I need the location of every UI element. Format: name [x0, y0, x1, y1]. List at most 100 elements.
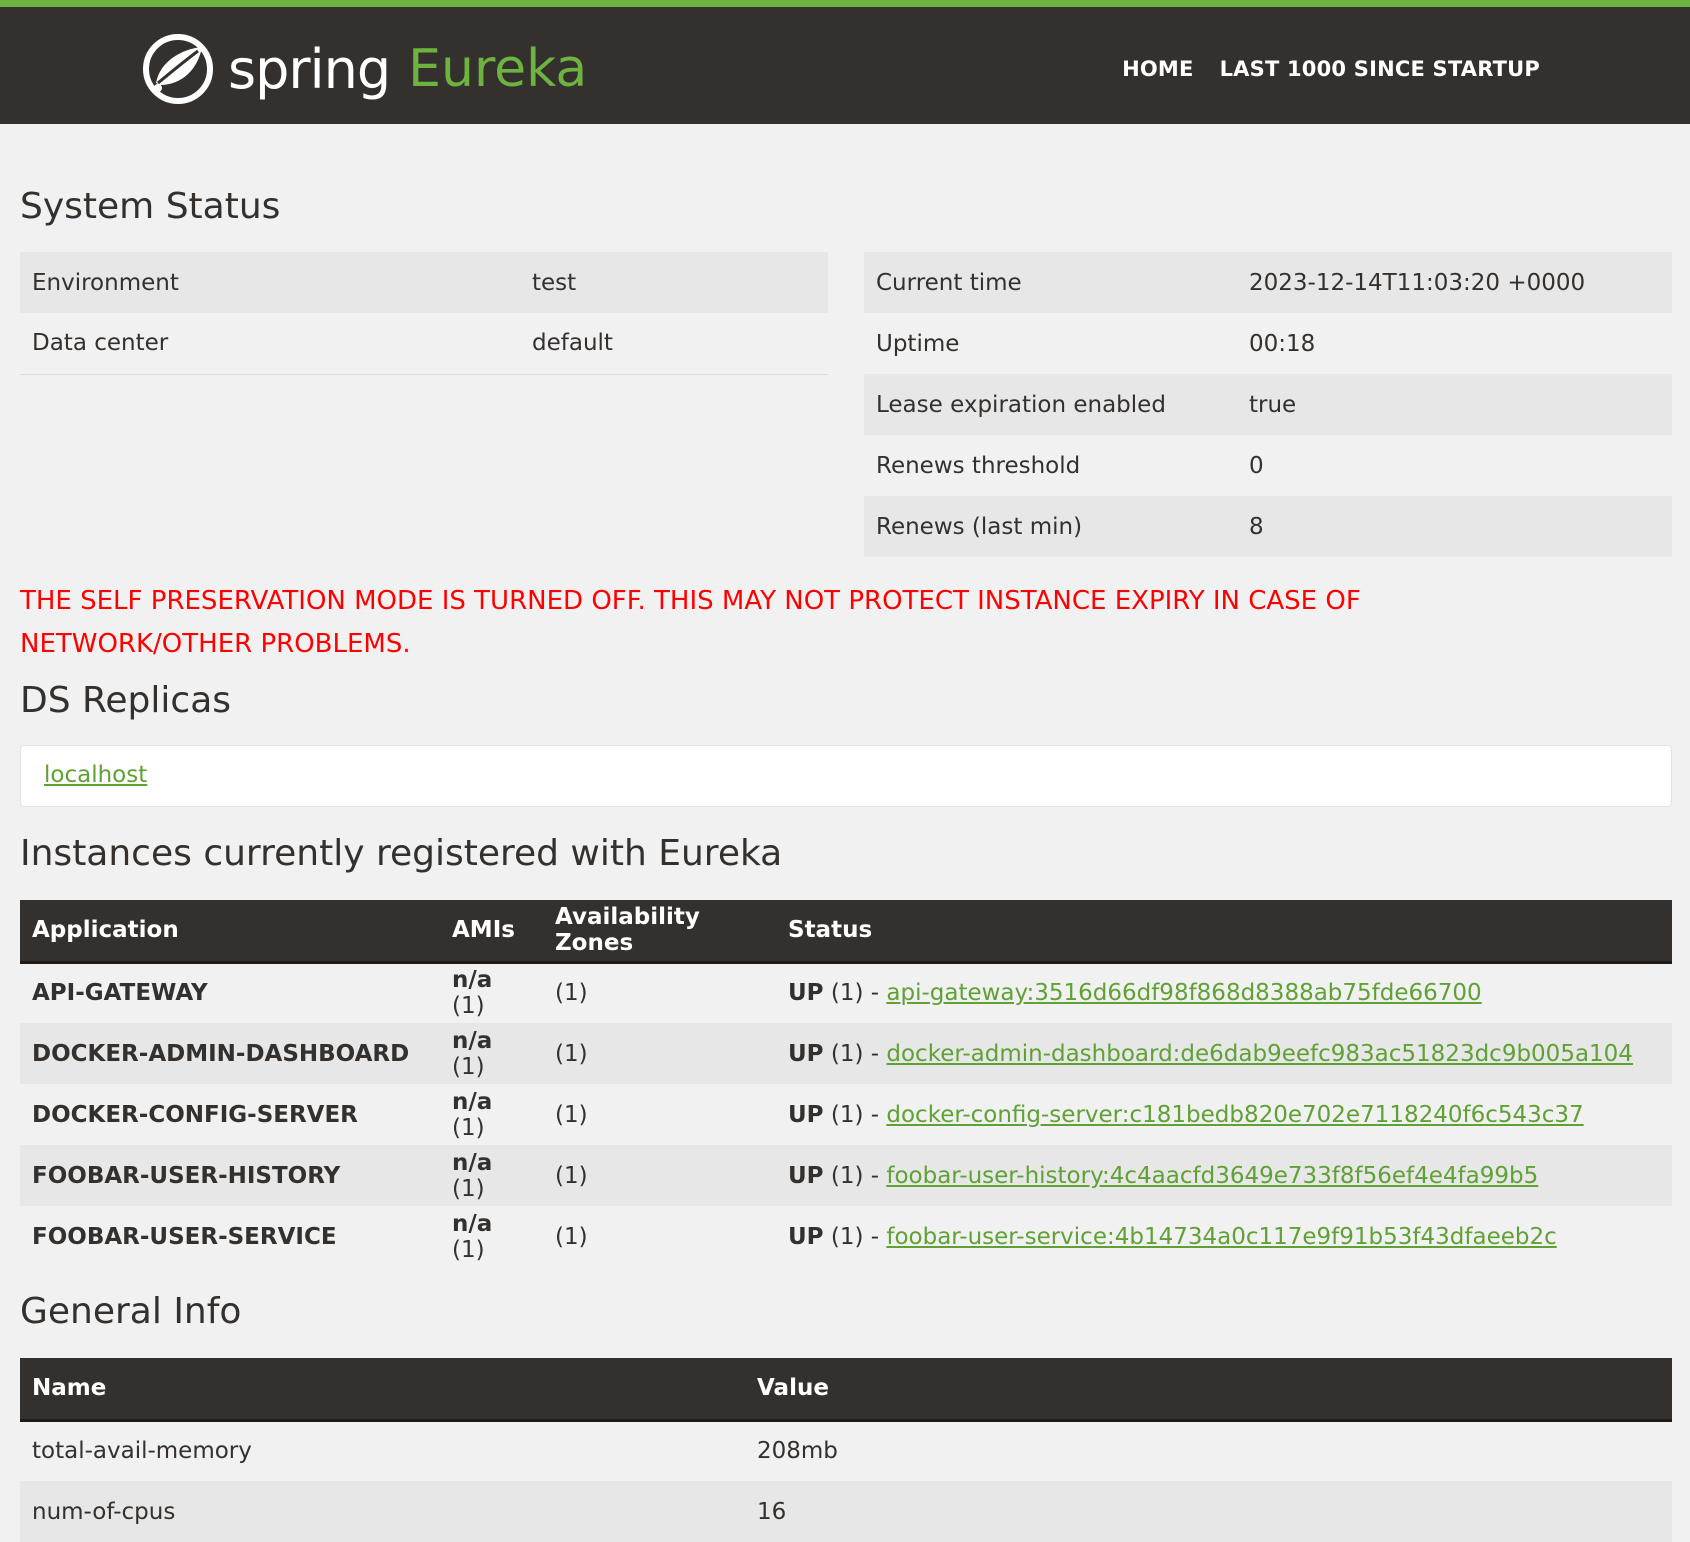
status-cell: UP (1) - foobar-user-service:4b14734a0c1… — [776, 1206, 1672, 1267]
table-row: Renews (last min) 8 — [864, 496, 1672, 557]
column-header-name: Name — [20, 1358, 745, 1422]
amis-count: (1) — [452, 993, 485, 1020]
status-count: (1) - — [830, 1040, 880, 1067]
status-cell: UP (1) - api-gateway:3516d66df98f868d838… — [776, 962, 1672, 1023]
column-header-application: Application — [20, 900, 440, 964]
status-label: Environment — [32, 269, 179, 296]
amis-value: n/a — [452, 1149, 493, 1176]
table-row: DOCKER-ADMIN-DASHBOARD n/a (1) (1) UP (1… — [20, 1023, 1672, 1084]
zones-cell: (1) — [555, 1101, 588, 1128]
zones-cell: (1) — [555, 1162, 588, 1189]
nav-home-link[interactable]: HOME — [1122, 57, 1193, 81]
amis-count: (1) — [452, 1053, 485, 1080]
table-header-row: Name Value — [20, 1358, 1672, 1422]
status-value: 0 — [1249, 452, 1264, 479]
amis-count: (1) — [452, 1236, 485, 1263]
status-value: 2023-12-14T11:03:20 +0000 — [1249, 269, 1586, 296]
amis-value: n/a — [452, 1027, 493, 1054]
table-header-row: Application AMIs Availability Zones Stat… — [20, 900, 1672, 964]
status-value: test — [532, 269, 577, 296]
status-label: Renews (last min) — [876, 513, 1083, 540]
application-name: DOCKER-CONFIG-SERVER — [32, 1101, 358, 1128]
amis-value: n/a — [452, 967, 493, 994]
application-name: API-GATEWAY — [32, 980, 208, 1007]
status-up: UP — [788, 980, 824, 1007]
system-status-title: System Status — [20, 186, 281, 227]
table-row: num-of-cpus 16 — [20, 1481, 1672, 1542]
status-label: Uptime — [876, 330, 960, 357]
table-row: Uptime 00:18 — [864, 313, 1672, 374]
info-name: total-avail-memory — [32, 1438, 252, 1465]
instance-link[interactable]: foobar-user-service:4b14734a0c117e9f91b5… — [886, 1224, 1556, 1250]
application-name: DOCKER-ADMIN-DASHBOARD — [32, 1040, 410, 1067]
warning-line-2: NETWORK/OTHER PROBLEMS. — [20, 629, 411, 659]
status-label: Lease expiration enabled — [876, 391, 1166, 418]
system-status-right-table: Current time 2023-12-14T11:03:20 +0000 U… — [864, 252, 1672, 557]
table-row: Environment test — [20, 252, 828, 313]
instances-table: Application AMIs Availability Zones Stat… — [20, 900, 1672, 1267]
warning-line-1: THE SELF PRESERVATION MODE IS TURNED OFF… — [20, 586, 1361, 616]
status-label: Renews threshold — [876, 452, 1081, 479]
status-label: Data center — [32, 330, 169, 357]
table-row: DOCKER-CONFIG-SERVER n/a (1) (1) UP (1) … — [20, 1084, 1672, 1145]
status-cell: UP (1) - foobar-user-history:4c4aacfd364… — [776, 1145, 1672, 1206]
amis-count: (1) — [452, 1114, 485, 1141]
table-row: API-GATEWAY n/a (1) (1) UP (1) - api-gat… — [20, 962, 1672, 1023]
table-row: Data center default — [20, 313, 828, 374]
column-header-amis: AMIs — [440, 900, 543, 964]
info-name: num-of-cpus — [32, 1498, 176, 1525]
amis-value: n/a — [452, 1088, 493, 1115]
status-value: true — [1249, 391, 1297, 418]
info-value: 16 — [757, 1498, 787, 1525]
replica-localhost-link[interactable]: localhost — [44, 762, 147, 788]
column-header-zones: Availability Zones — [543, 900, 776, 964]
brand-logo-link[interactable]: spring Eureka — [142, 31, 587, 107]
table-row: Current time 2023-12-14T11:03:20 +0000 — [864, 252, 1672, 313]
brand-spring-text: spring — [228, 37, 391, 101]
general-info-title: General Info — [20, 1291, 242, 1332]
brand-eureka-text: Eureka — [408, 39, 588, 99]
status-count: (1) - — [830, 1223, 880, 1250]
status-count: (1) - — [830, 1101, 880, 1128]
system-status-left-table: Environment test Data center default — [20, 252, 828, 375]
zones-cell: (1) — [555, 1223, 588, 1250]
instances-title: Instances currently registered with Eure… — [20, 833, 783, 874]
status-value: default — [532, 330, 613, 357]
application-name: FOOBAR-USER-HISTORY — [32, 1162, 341, 1189]
instance-link[interactable]: api-gateway:3516d66df98f868d8388ab75fde6… — [886, 980, 1481, 1006]
info-value: 208mb — [757, 1438, 838, 1465]
zones-cell: (1) — [555, 1040, 588, 1067]
amis-count: (1) — [452, 1175, 485, 1202]
table-row: FOOBAR-USER-HISTORY n/a (1) (1) UP (1) -… — [20, 1145, 1672, 1206]
instance-link[interactable]: foobar-user-history:4c4aacfd3649e733f8f5… — [886, 1163, 1538, 1189]
zones-cell: (1) — [555, 980, 588, 1007]
nav-last-1000-link[interactable]: LAST 1000 SINCE STARTUP — [1220, 57, 1540, 81]
top-navbar: spring Eureka HOME LAST 1000 SINCE START… — [0, 0, 1690, 124]
ds-replicas-list: localhost — [20, 745, 1672, 807]
ds-replicas-title: DS Replicas — [20, 680, 232, 721]
table-row: FOOBAR-USER-SERVICE n/a (1) (1) UP (1) -… — [20, 1206, 1672, 1267]
status-up: UP — [788, 1040, 824, 1067]
table-row: Lease expiration enabled true — [864, 374, 1672, 435]
general-info-table: Name Value total-avail-memory 208mb num-… — [20, 1358, 1672, 1542]
status-up: UP — [788, 1101, 824, 1128]
status-cell: UP (1) - docker-config-server:c181bedb82… — [776, 1084, 1672, 1145]
status-value: 8 — [1249, 513, 1264, 540]
instance-link[interactable]: docker-config-server:c181bedb820e702e711… — [886, 1102, 1583, 1128]
self-preservation-warning: THE SELF PRESERVATION MODE IS TURNED OFF… — [20, 580, 1460, 666]
status-value: 00:18 — [1249, 330, 1316, 357]
main-nav: HOME LAST 1000 SINCE STARTUP — [1122, 57, 1540, 81]
amis-cell: n/a (1) — [440, 1206, 543, 1267]
status-count: (1) - — [830, 1162, 880, 1189]
status-up: UP — [788, 1223, 824, 1250]
instance-link[interactable]: docker-admin-dashboard:de6dab9eefc983ac5… — [886, 1041, 1633, 1067]
status-count: (1) - — [830, 980, 880, 1007]
amis-cell: n/a (1) — [440, 962, 543, 1023]
status-up: UP — [788, 1162, 824, 1189]
amis-cell: n/a (1) — [440, 1023, 543, 1084]
amis-value: n/a — [452, 1210, 493, 1237]
amis-cell: n/a (1) — [440, 1084, 543, 1145]
table-row: total-avail-memory 208mb — [20, 1420, 1672, 1481]
table-row: Renews threshold 0 — [864, 435, 1672, 496]
status-cell: UP (1) - docker-admin-dashboard:de6dab9e… — [776, 1023, 1672, 1084]
